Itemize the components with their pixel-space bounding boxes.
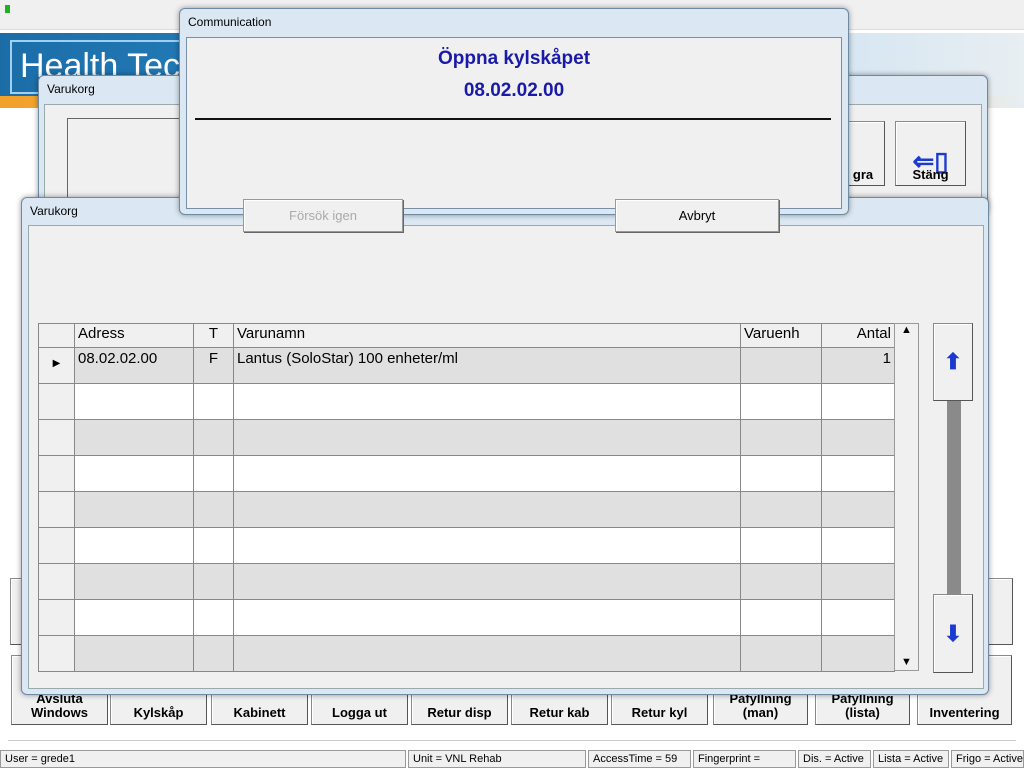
table-cell[interactable]: [821, 563, 895, 600]
table-cell[interactable]: [821, 599, 895, 636]
row-header[interactable]: [38, 383, 75, 420]
close-button[interactable]: ⇐▯ Stäng: [895, 121, 966, 186]
cart-grid[interactable]: Adress T Varunamn Varuenh Antal ▶ 08.02.02.00…: [38, 323, 895, 672]
status-field: User = grede1: [0, 750, 406, 768]
table-cell[interactable]: [740, 455, 822, 492]
table-cell[interactable]: [821, 635, 895, 672]
table-cell[interactable]: [821, 419, 895, 456]
row-header[interactable]: [38, 491, 75, 528]
table-cell[interactable]: [233, 455, 741, 492]
status-field: AccessTime = 59: [588, 750, 691, 768]
table-cell[interactable]: [740, 419, 822, 456]
table-cell[interactable]: [193, 419, 234, 456]
row-header[interactable]: [38, 563, 75, 600]
communication-dialog: Communication Öppna kylskåpet 08.02.02.0…: [179, 8, 849, 232]
scroll-down-arrow-icon[interactable]: ▼: [895, 656, 918, 668]
arrow-down-icon: ⬇: [943, 620, 963, 646]
table-cell[interactable]: [740, 635, 822, 672]
window-title: Varukorg: [30, 204, 78, 218]
table-row[interactable]: [38, 491, 895, 528]
table-cell[interactable]: [193, 563, 234, 600]
row-header[interactable]: [38, 527, 75, 564]
table-row[interactable]: [38, 419, 895, 456]
table-cell[interactable]: [233, 527, 741, 564]
column-header[interactable]: Antal: [821, 323, 895, 348]
table-cell[interactable]: [740, 527, 822, 564]
column-header[interactable]: Varunamn: [233, 323, 741, 348]
table-cell[interactable]: [233, 383, 741, 420]
table-cell[interactable]: [740, 491, 822, 528]
table-cell[interactable]: [74, 563, 194, 600]
table-cell[interactable]: [233, 491, 741, 528]
status-field: Lista = Active: [873, 750, 949, 768]
table-cell[interactable]: [193, 455, 234, 492]
status-field: Fingerprint =: [693, 750, 796, 768]
scroll-up-arrow-icon[interactable]: ▲: [895, 324, 918, 336]
current-row-icon: ▶: [52, 358, 61, 369]
exit-door-icon: ⇐▯: [912, 146, 949, 176]
table-cell[interactable]: [821, 527, 895, 564]
cancel-button[interactable]: Avbryt: [615, 199, 779, 232]
table-cell[interactable]: [233, 599, 741, 636]
table-cell[interactable]: [233, 635, 741, 672]
table-cell[interactable]: [740, 563, 822, 600]
arrow-up-icon: ⬆: [943, 349, 963, 374]
dialog-address: 08.02.02.00: [463, 80, 565, 101]
table-cell[interactable]: [821, 383, 895, 420]
table-cell[interactable]: [740, 599, 822, 636]
status-field: Dis. = Active: [798, 750, 871, 768]
table-cell[interactable]: [74, 491, 194, 528]
status-field: Frigo = Active: [951, 750, 1024, 768]
table-cell[interactable]: [233, 419, 741, 456]
table-cell[interactable]: Lantus (SoloStar) 100 enheter/ml: [233, 347, 741, 384]
table-row[interactable]: [38, 599, 895, 636]
table-row[interactable]: [38, 563, 895, 600]
table-cell[interactable]: [74, 599, 194, 636]
divider: [195, 118, 831, 120]
table-cell[interactable]: [74, 419, 194, 456]
dialog-title: Communication: [188, 15, 272, 29]
cart-window: Varukorg Adress T Varunamn Varuenh Antal ▶ 08…: [21, 197, 989, 695]
page-up-button[interactable]: ⬆: [933, 323, 973, 401]
table-cell[interactable]: [74, 383, 194, 420]
table-row[interactable]: [38, 383, 895, 420]
grid-scrollbar[interactable]: ▲ ▼: [894, 323, 919, 671]
column-header[interactable]: T: [193, 323, 234, 348]
table-cell[interactable]: [74, 455, 194, 492]
table-row[interactable]: ▶ 08.02.02.00 F Lantus (SoloStar) 100 enhet…: [38, 347, 895, 384]
page-track: [947, 401, 961, 594]
status-field: Unit = VNL Rehab: [408, 750, 586, 768]
row-header[interactable]: [38, 455, 75, 492]
column-header[interactable]: Adress: [74, 323, 194, 348]
row-header[interactable]: ▶: [38, 347, 75, 384]
table-cell[interactable]: [233, 563, 741, 600]
table-cell[interactable]: F: [193, 347, 234, 384]
table-row[interactable]: [38, 527, 895, 564]
page-down-button[interactable]: ⬇: [933, 594, 973, 673]
status-indicator: [5, 5, 10, 13]
window-title: Varukorg: [47, 82, 95, 96]
table-cell[interactable]: [821, 491, 895, 528]
table-cell[interactable]: [740, 383, 822, 420]
hidden-button: [988, 578, 1013, 645]
row-header[interactable]: [38, 599, 75, 636]
dialog-message: Öppna kylskåpet: [437, 48, 591, 69]
table-row[interactable]: [38, 455, 895, 492]
table-cell[interactable]: [193, 491, 234, 528]
table-cell[interactable]: 1: [821, 347, 895, 384]
retry-button[interactable]: Försök igen: [243, 199, 403, 232]
table-cell[interactable]: [821, 455, 895, 492]
row-header[interactable]: [38, 419, 75, 456]
table-cell[interactable]: [193, 635, 234, 672]
table-cell[interactable]: [74, 527, 194, 564]
table-row[interactable]: [38, 635, 895, 672]
table-cell[interactable]: 08.02.02.00: [74, 347, 194, 384]
table-cell[interactable]: [74, 635, 194, 672]
table-cell[interactable]: [740, 347, 822, 384]
table-cell[interactable]: [193, 527, 234, 564]
row-header[interactable]: [38, 635, 75, 672]
table-cell[interactable]: [193, 383, 234, 420]
column-header[interactable]: Varuenh: [740, 323, 822, 348]
table-cell[interactable]: [193, 599, 234, 636]
